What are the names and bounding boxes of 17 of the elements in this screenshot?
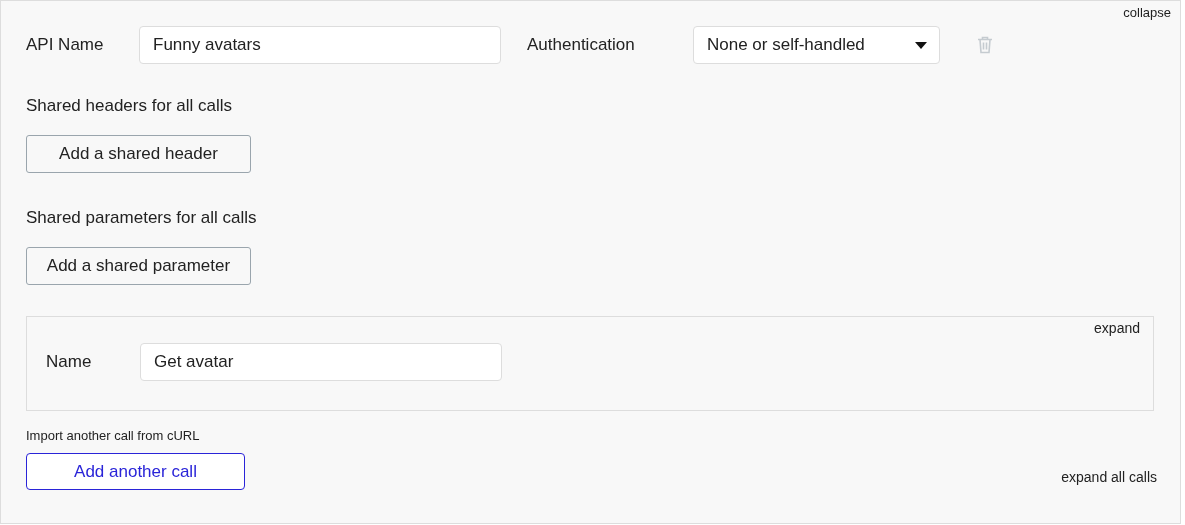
call-name-field[interactable]: Get avatar — [140, 343, 502, 381]
expand-link[interactable]: expand — [1094, 320, 1140, 336]
add-parameter-button[interactable]: Add a shared parameter — [26, 247, 251, 285]
section-heading: Shared headers for all calls — [26, 96, 233, 116]
expand-all-link[interactable]: expand all calls — [1061, 469, 1157, 485]
trash-icon[interactable] — [977, 36, 993, 54]
field-label: Name — [46, 352, 93, 372]
collapse-link[interactable]: collapse — [1123, 5, 1171, 20]
api-name-field[interactable]: Funny avatars — [139, 26, 501, 64]
field-label: API Name — [26, 35, 105, 55]
add-header-button[interactable]: Add a shared header — [26, 135, 251, 173]
section-heading: Shared parameters for all calls — [26, 208, 258, 228]
add-call-button[interactable]: Add another call — [26, 453, 245, 490]
import-link[interactable]: Import another call from cURL — [26, 428, 1154, 443]
caret-icon — [915, 41, 927, 49]
field-label: Authentication — [527, 35, 636, 55]
authentication-dropdown[interactable]: None or self-handled — [693, 26, 940, 64]
